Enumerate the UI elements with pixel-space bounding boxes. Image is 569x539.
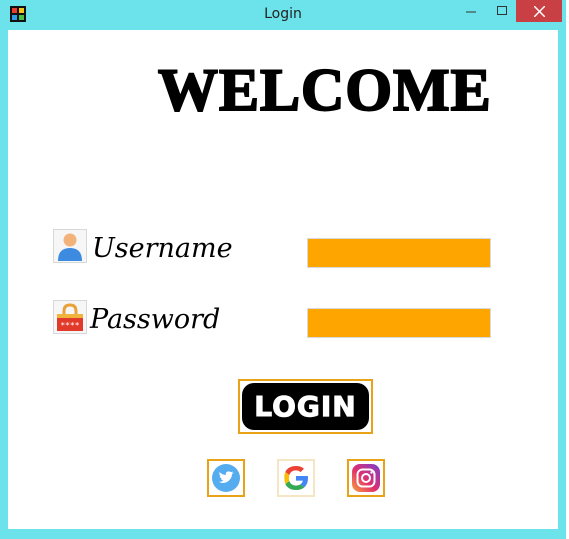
twitter-button[interactable] — [207, 459, 245, 497]
password-label: Password — [90, 304, 221, 335]
maximize-icon — [497, 6, 507, 15]
username-input[interactable] — [307, 238, 491, 268]
login-button[interactable]: LOGIN — [238, 379, 373, 434]
welcome-heading: WELCOME — [157, 56, 492, 124]
minimize-icon — [466, 11, 476, 13]
google-icon — [284, 466, 308, 490]
twitter-icon — [212, 464, 240, 492]
minimize-button[interactable] — [455, 0, 487, 22]
instagram-button[interactable] — [347, 459, 385, 497]
password-icon: **** — [53, 300, 87, 334]
maximize-button[interactable] — [486, 0, 518, 22]
password-input[interactable] — [307, 308, 491, 338]
login-window: Login WELCOME Username **** Password LOG… — [0, 0, 566, 539]
close-button[interactable] — [516, 0, 562, 22]
username-label: Username — [92, 233, 233, 264]
google-button[interactable] — [277, 459, 315, 497]
instagram-icon — [352, 464, 380, 492]
close-icon — [533, 5, 545, 17]
user-icon — [53, 229, 87, 263]
login-button-label: LOGIN — [242, 383, 369, 430]
svg-text:****: **** — [60, 321, 79, 330]
login-panel: WELCOME Username **** Password LOGIN — [8, 30, 558, 529]
title-bar[interactable]: Login — [0, 0, 566, 30]
